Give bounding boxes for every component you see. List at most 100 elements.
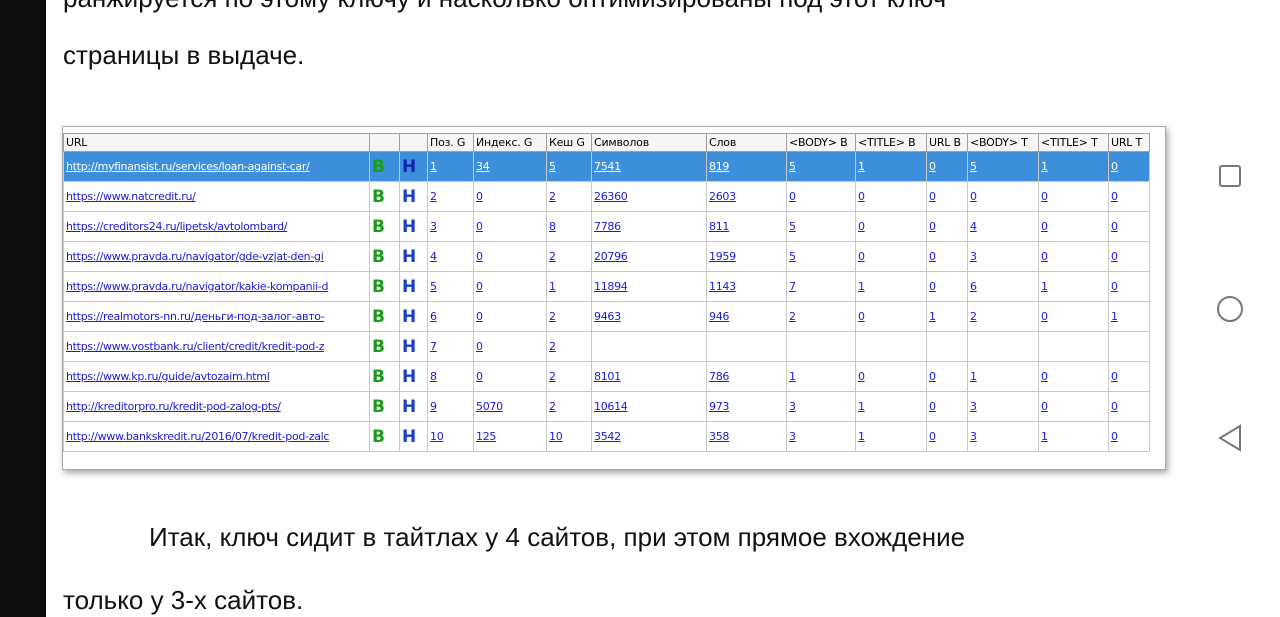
value-link[interactable]: 1 xyxy=(929,310,936,323)
value-link[interactable]: 0 xyxy=(1111,160,1118,173)
value-link[interactable]: 0 xyxy=(1111,400,1118,413)
google-button[interactable]: H xyxy=(402,397,416,417)
value-link[interactable]: 0 xyxy=(476,340,483,353)
value-link[interactable]: 5 xyxy=(789,160,796,173)
google-button[interactable]: H xyxy=(402,187,416,207)
yandex-button[interactable]: B xyxy=(372,397,385,417)
value-link[interactable]: 1 xyxy=(549,280,556,293)
value-link[interactable]: 0 xyxy=(1041,220,1048,233)
back-icon[interactable] xyxy=(1217,423,1243,453)
value-link[interactable]: 1143 xyxy=(709,280,736,293)
value-link[interactable]: 9 xyxy=(430,400,437,413)
table-row[interactable]: http://kreditorpro.ru/kredit-pod-zalog-p… xyxy=(63,391,1150,422)
value-link[interactable]: 2 xyxy=(970,310,977,323)
value-link[interactable]: 7 xyxy=(789,280,796,293)
col-header-index-g[interactable]: Индекс. G xyxy=(473,133,547,152)
value-link[interactable]: 0 xyxy=(1111,190,1118,203)
yandex-button[interactable]: B xyxy=(372,337,385,357)
col-header-yandex[interactable] xyxy=(369,133,400,152)
value-link[interactable]: 0 xyxy=(1041,190,1048,203)
url-link[interactable]: https://www.kp.ru/guide/avtozaim.html xyxy=(66,370,270,383)
value-link[interactable]: 10 xyxy=(549,430,563,443)
google-button[interactable]: H xyxy=(402,247,416,267)
value-link[interactable]: 2 xyxy=(549,400,556,413)
value-link[interactable]: 0 xyxy=(1041,400,1048,413)
value-link[interactable]: 0 xyxy=(929,160,936,173)
value-link[interactable]: 0 xyxy=(970,190,977,203)
yandex-button[interactable]: B xyxy=(372,367,385,387)
value-link[interactable]: 5 xyxy=(970,160,977,173)
table-row[interactable]: https://www.pravda.ru/navigator/gde-vzja… xyxy=(63,241,1150,272)
google-button[interactable]: H xyxy=(402,307,416,327)
url-link[interactable]: https://www.natcredit.ru/ xyxy=(66,190,196,203)
google-button[interactable]: H xyxy=(402,427,416,447)
google-button[interactable]: H xyxy=(402,157,416,177)
value-link[interactable]: 0 xyxy=(858,250,865,263)
value-link[interactable]: 0 xyxy=(929,220,936,233)
recent-apps-icon[interactable] xyxy=(1219,165,1241,187)
value-link[interactable]: 1 xyxy=(858,160,865,173)
col-header-chars[interactable]: Символов xyxy=(591,133,707,152)
yandex-button[interactable]: B xyxy=(372,307,385,327)
value-link[interactable]: 0 xyxy=(929,280,936,293)
value-link[interactable]: 2 xyxy=(549,370,556,383)
value-link[interactable]: 1 xyxy=(858,400,865,413)
value-link[interactable]: 2 xyxy=(789,310,796,323)
value-link[interactable]: 0 xyxy=(1111,370,1118,383)
yandex-button[interactable]: B xyxy=(372,277,385,297)
value-link[interactable]: 0 xyxy=(858,310,865,323)
table-row[interactable]: https://realmotors-nn.ru/деньги-под-зало… xyxy=(63,301,1150,332)
url-link[interactable]: http://kreditorpro.ru/kredit-pod-zalog-p… xyxy=(66,400,281,413)
value-link[interactable]: 0 xyxy=(929,430,936,443)
value-link[interactable]: 7786 xyxy=(594,220,621,233)
value-link[interactable]: 6 xyxy=(430,310,437,323)
value-link[interactable]: 0 xyxy=(476,310,483,323)
table-row[interactable]: https://www.pravda.ru/navigator/kakie-ko… xyxy=(63,271,1150,302)
value-link[interactable]: 0 xyxy=(929,190,936,203)
yandex-button[interactable]: B xyxy=(372,427,385,447)
value-link[interactable]: 2 xyxy=(549,250,556,263)
value-link[interactable]: 11894 xyxy=(594,280,628,293)
col-header-url[interactable]: URL xyxy=(63,133,370,152)
col-header-pos-g[interactable]: Поз. G xyxy=(427,133,474,152)
value-link[interactable]: 5 xyxy=(789,220,796,233)
google-button[interactable]: H xyxy=(402,277,416,297)
yandex-button[interactable]: B xyxy=(372,247,385,267)
value-link[interactable]: 10614 xyxy=(594,400,628,413)
table-row[interactable]: https://www.natcredit.ru/B H 2 0 2 26360 2603 0… xyxy=(63,181,1150,212)
value-link[interactable]: 0 xyxy=(1111,220,1118,233)
col-header-words[interactable]: Слов xyxy=(706,133,787,152)
value-link[interactable]: 5 xyxy=(430,280,437,293)
value-link[interactable]: 0 xyxy=(476,280,483,293)
value-link[interactable]: 5 xyxy=(789,250,796,263)
value-link[interactable]: 2 xyxy=(549,190,556,203)
value-link[interactable]: 2603 xyxy=(709,190,736,203)
value-link[interactable]: 7541 xyxy=(594,160,621,173)
value-link[interactable]: 0 xyxy=(476,370,483,383)
col-header-title-t[interactable]: <TITLE> T xyxy=(1038,133,1109,152)
yandex-button[interactable]: B xyxy=(372,217,385,237)
value-link[interactable]: 0 xyxy=(1041,370,1048,383)
value-link[interactable]: 358 xyxy=(709,430,729,443)
yandex-button[interactable]: B xyxy=(372,157,385,177)
value-link[interactable]: 0 xyxy=(476,190,483,203)
value-link[interactable]: 2 xyxy=(430,190,437,203)
url-link[interactable]: http://www.bankskredit.ru/2016/07/kredit… xyxy=(66,430,329,443)
value-link[interactable]: 1 xyxy=(858,430,865,443)
value-link[interactable]: 819 xyxy=(709,160,729,173)
google-button[interactable]: H xyxy=(402,217,416,237)
table-row[interactable]: http://www.bankskredit.ru/2016/07/kredit… xyxy=(63,421,1150,452)
value-link[interactable]: 1 xyxy=(858,280,865,293)
value-link[interactable]: 3 xyxy=(789,430,796,443)
value-link[interactable]: 3 xyxy=(430,220,437,233)
value-link[interactable]: 9463 xyxy=(594,310,621,323)
value-link[interactable]: 1 xyxy=(970,370,977,383)
value-link[interactable]: 0 xyxy=(858,370,865,383)
value-link[interactable]: 1 xyxy=(430,160,437,173)
value-link[interactable]: 10 xyxy=(430,430,444,443)
value-link[interactable]: 0 xyxy=(476,250,483,263)
value-link[interactable]: 4 xyxy=(970,220,977,233)
col-header-body-b[interactable]: <BODY> B xyxy=(786,133,856,152)
url-link[interactable]: https://www.pravda.ru/navigator/gde-vzja… xyxy=(66,250,324,263)
value-link[interactable]: 0 xyxy=(858,220,865,233)
